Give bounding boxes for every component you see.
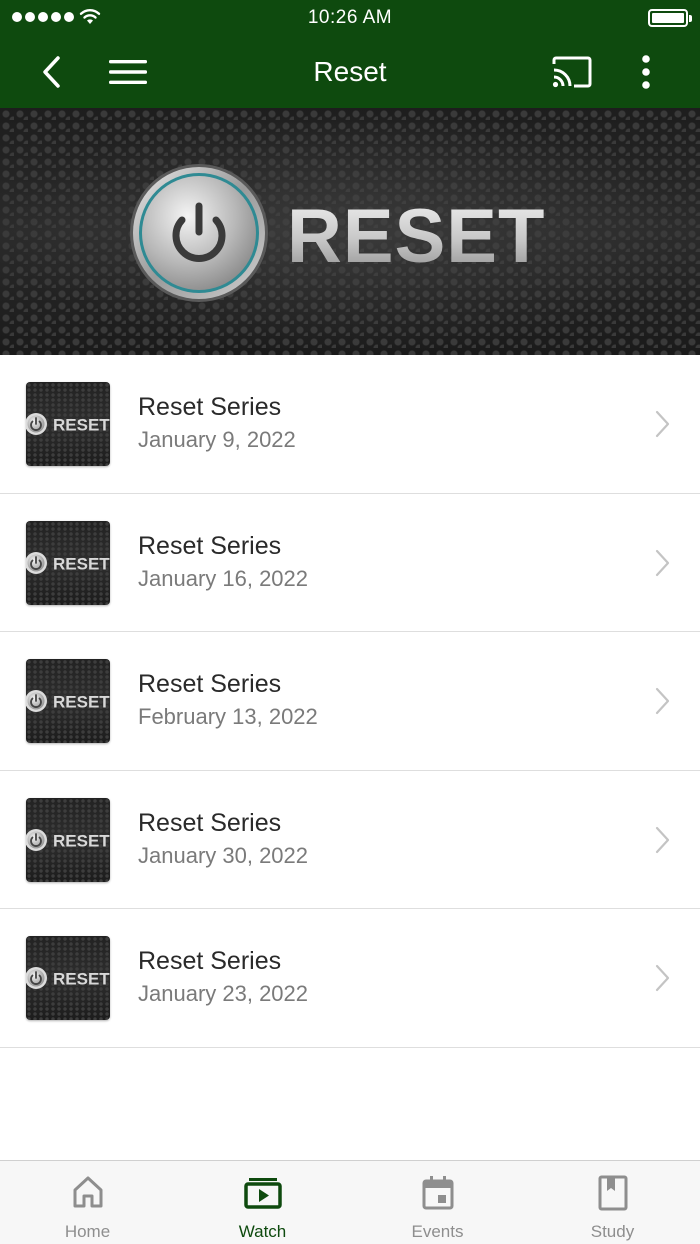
home-icon [73, 1176, 102, 1208]
list-item[interactable]: RESET Reset Series January 30, 2022 [0, 770, 700, 909]
chevron-left-icon [43, 56, 60, 88]
series-thumbnail: RESET [26, 659, 110, 743]
battery-icon [648, 9, 692, 27]
calendar-icon [422, 1176, 453, 1210]
chevron-right-icon [655, 826, 670, 853]
tab-home[interactable]: Home [0, 1161, 175, 1244]
chevron-right-icon [655, 410, 670, 438]
tab-events[interactable]: Events [350, 1161, 525, 1244]
item-title: Reset Series [138, 947, 282, 975]
thumbnail-logo-text: RESET [53, 831, 110, 850]
list-item[interactable]: RESET Reset Series January 23, 2022 [0, 909, 700, 1048]
status-bar: 10:26 AM [0, 0, 700, 36]
sermon-list: RESET Reset Series January 9, 2022 RESET Res… [0, 355, 700, 1048]
reset-logo: RESET [130, 164, 545, 302]
series-thumbnail: RESET [26, 520, 110, 605]
navigation-bar: Reset [0, 36, 700, 108]
chevron-right-icon [655, 964, 670, 992]
tab-label: Watch [238, 1222, 287, 1241]
watch-icon [243, 1178, 282, 1209]
book-icon [598, 1175, 627, 1211]
chevron-right-icon [655, 549, 670, 576]
cast-icon [552, 56, 592, 88]
chevron-right-icon [655, 687, 670, 715]
thumbnail-logo-text: RESET [53, 416, 110, 435]
tab-label: Events [411, 1222, 464, 1241]
tab-bar: Home Watch Events Study [0, 1160, 700, 1244]
thumbnail-logo-text: RESET [53, 970, 110, 989]
tab-label: Study [590, 1222, 635, 1241]
series-thumbnail: RESET [26, 797, 110, 882]
item-title: Reset Series [138, 393, 282, 421]
thumbnail-logo-text: RESET [53, 554, 110, 573]
item-date: January 30, 2022 [138, 842, 309, 868]
list-item[interactable]: RESET Reset Series February 13, 2022 [0, 632, 700, 771]
tab-label: Home [64, 1222, 111, 1241]
more-options-button[interactable] [624, 36, 668, 108]
tab-watch[interactable]: Watch [175, 1161, 350, 1244]
back-button[interactable] [28, 36, 76, 108]
list-item[interactable]: RESET Reset Series January 16, 2022 [0, 493, 700, 632]
thumbnail-logo-text: RESET [53, 693, 110, 712]
menu-button[interactable] [104, 36, 152, 108]
page-title: Reset [313, 56, 387, 87]
item-date: January 9, 2022 [138, 427, 296, 452]
status-time: 10:26 AM [307, 7, 393, 28]
series-thumbnail: RESET [26, 382, 110, 466]
list-item[interactable]: RESET Reset Series January 9, 2022 [0, 355, 700, 494]
cast-button[interactable] [548, 36, 596, 108]
hamburger-menu-icon [109, 60, 147, 84]
series-thumbnail: RESET [26, 936, 110, 1020]
item-title: Reset Series [138, 808, 282, 837]
item-title: Reset Series [138, 670, 282, 698]
item-date: January 16, 2022 [138, 565, 309, 591]
series-banner: RESET [0, 108, 700, 355]
tab-study[interactable]: Study [525, 1161, 700, 1244]
banner-logo-text: RESET [287, 194, 545, 279]
item-title: Reset Series [138, 531, 282, 560]
item-date: February 13, 2022 [138, 704, 318, 729]
more-vertical-icon [642, 55, 650, 89]
item-date: January 23, 2022 [138, 981, 309, 1006]
